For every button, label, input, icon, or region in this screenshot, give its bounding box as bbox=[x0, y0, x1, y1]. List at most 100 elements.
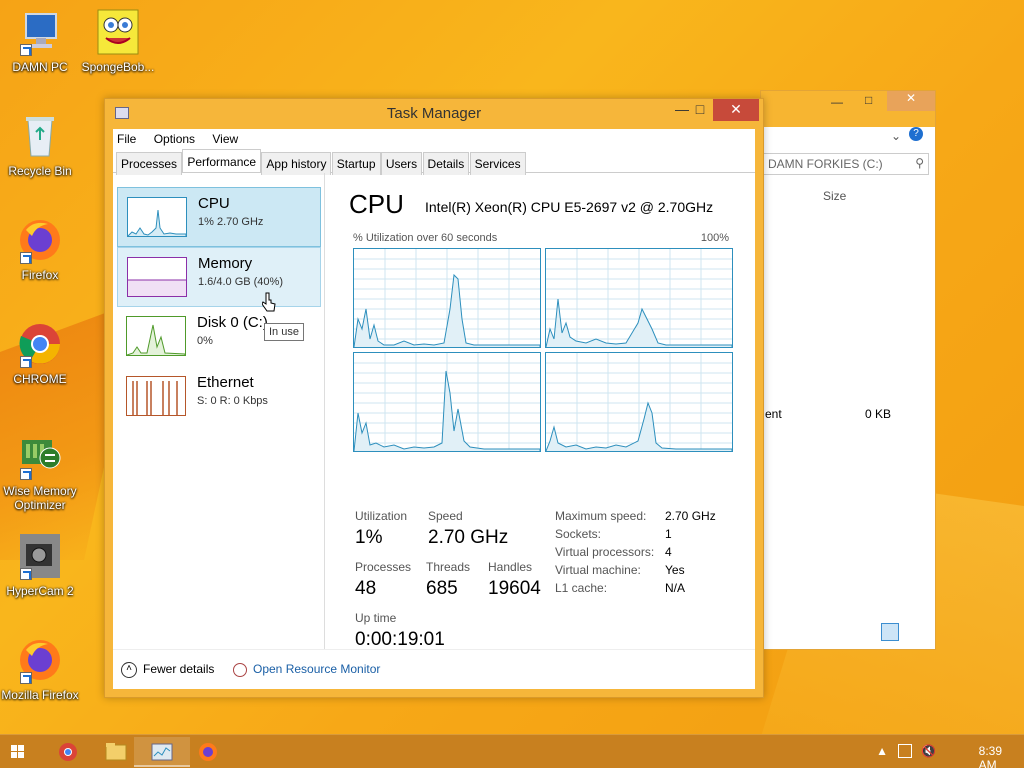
task-manager-window[interactable]: Task Manager — □ ✕ File Options View Pro… bbox=[104, 98, 764, 698]
desktop-icon-spongebob[interactable]: SpongeBob... bbox=[78, 8, 158, 74]
disk-mini-graph bbox=[126, 316, 186, 356]
desktop-icon-hypercam[interactable]: HyperCam 2 bbox=[0, 532, 80, 598]
processes-value: 48 bbox=[355, 578, 377, 599]
file-row-name: ent bbox=[765, 407, 782, 421]
desktop-icon-firefox[interactable]: Firefox bbox=[0, 216, 80, 282]
chrome-icon bbox=[16, 320, 64, 368]
tab-strip: Processes Performance App history Startu… bbox=[113, 149, 755, 175]
memory-optimizer-icon bbox=[16, 432, 64, 480]
cpu-core-graph bbox=[353, 248, 541, 348]
footer-bar: ˄ Fewer details Open Resource Monitor bbox=[113, 649, 755, 689]
resource-item-cpu[interactable]: CPU 1% 2.70 GHz bbox=[117, 187, 321, 247]
explorer-titlebar[interactable]: — □ ✕ bbox=[761, 91, 935, 127]
maximize-button[interactable]: □ bbox=[865, 93, 872, 107]
fewer-details-label: Fewer details bbox=[143, 662, 215, 677]
resource-item-ethernet[interactable]: Ethernet S: 0 R: 0 Kbps bbox=[117, 367, 321, 427]
utilization-caption: % Utilization over 60 seconds bbox=[353, 232, 498, 244]
desktop-icon-wise-memory-optimizer[interactable]: Wise Memory Optimizer bbox=[0, 432, 80, 512]
desktop-icon-recycle-bin[interactable]: Recycle Bin bbox=[0, 112, 80, 178]
resource-item-memory[interactable]: Memory 1.6/4.0 GB (40%) bbox=[117, 247, 321, 307]
desktop-icon-label: Firefox bbox=[21, 268, 59, 282]
search-placeholder: DAMN FORKIES (C:) bbox=[768, 157, 883, 171]
file-explorer-window[interactable]: — □ ✕ ⌄ ? DAMN FORKIES (C:) ⚲ Size ent 0… bbox=[760, 90, 936, 650]
window-body: File Options View Processes Performance … bbox=[113, 129, 755, 689]
resource-list: CPU 1% 2.70 GHz Memory 1.6/4.0 GB (40%) … bbox=[113, 173, 325, 649]
explorer-search-box[interactable]: DAMN FORKIES (C:) ⚲ bbox=[763, 153, 929, 175]
details-view-button[interactable] bbox=[881, 623, 899, 641]
show-hidden-icons-button[interactable]: ▲ bbox=[876, 744, 888, 758]
tab-startup[interactable]: Startup bbox=[331, 152, 381, 175]
resource-detail: 1.6/4.0 GB (40%) bbox=[198, 276, 283, 288]
menu-view[interactable]: View bbox=[212, 132, 238, 146]
mouse-cursor-icon bbox=[261, 292, 276, 312]
volume-muted-icon[interactable]: 🔇 bbox=[921, 744, 936, 758]
desktop-icon-damn-pc[interactable]: DAMN PC bbox=[0, 8, 80, 74]
virtual-machine-value: Yes bbox=[665, 563, 685, 577]
taskbar-firefox[interactable] bbox=[180, 737, 236, 767]
start-button[interactable] bbox=[0, 737, 36, 767]
taskbar: ▲ 🔇 8:39 AM bbox=[0, 734, 1024, 768]
memory-mini-graph bbox=[127, 257, 187, 297]
threads-label: Threads bbox=[426, 560, 471, 574]
desktop-icon-mozilla-firefox[interactable]: Mozilla Firefox bbox=[0, 636, 80, 702]
computer-icon bbox=[16, 8, 64, 56]
tab-processes[interactable]: Processes bbox=[116, 152, 183, 175]
speed-value: 2.70 GHz bbox=[428, 527, 509, 548]
clock[interactable]: 8:39 AM bbox=[979, 744, 1002, 768]
spongebob-icon bbox=[94, 8, 142, 56]
open-resource-monitor-label: Open Resource Monitor bbox=[253, 662, 381, 676]
utilization-label: Utilization bbox=[355, 509, 408, 523]
tab-services[interactable]: Services bbox=[469, 152, 526, 175]
firefox-icon bbox=[16, 216, 64, 264]
minimize-button[interactable]: — bbox=[831, 95, 843, 109]
processes-label: Processes bbox=[355, 560, 412, 574]
column-header-size[interactable]: Size bbox=[823, 189, 846, 203]
maximize-button[interactable]: □ bbox=[683, 99, 717, 121]
resource-name: Disk 0 (C:) bbox=[197, 314, 268, 331]
panel-heading: CPU bbox=[349, 189, 404, 219]
fewer-details-button[interactable]: ˄ Fewer details bbox=[121, 662, 214, 678]
menu-bar: File Options View bbox=[113, 129, 755, 149]
sockets-label: Sockets: bbox=[555, 527, 602, 541]
virtual-processors-label: Virtual processors: bbox=[555, 545, 655, 559]
resource-detail: S: 0 R: 0 Kbps bbox=[197, 395, 268, 407]
close-button[interactable]: ✕ bbox=[713, 99, 759, 121]
firefox-icon bbox=[199, 743, 217, 761]
desktop-icon-label: DAMN PC bbox=[12, 60, 68, 74]
menu-file[interactable]: File bbox=[117, 132, 136, 146]
resource-detail: 0% bbox=[197, 335, 213, 347]
help-icon[interactable]: ? bbox=[909, 127, 923, 141]
recycle-bin-icon bbox=[16, 112, 64, 160]
desktop-icon-label: Wise Memory Optimizer bbox=[3, 484, 77, 512]
close-button[interactable]: ✕ bbox=[887, 91, 935, 111]
desktop-icon-label: HyperCam 2 bbox=[6, 584, 74, 598]
cpu-performance-panel: CPU Intel(R) Xeon(R) CPU E5-2697 v2 @ 2.… bbox=[337, 173, 755, 650]
tab-performance[interactable]: Performance bbox=[182, 149, 262, 172]
resource-name: Ethernet bbox=[197, 374, 254, 391]
threads-value: 685 bbox=[426, 578, 458, 599]
handles-value: 19604 bbox=[488, 578, 541, 599]
tooltip: In use bbox=[264, 323, 304, 341]
tab-app-history[interactable]: App history bbox=[261, 152, 332, 175]
cpu-mini-graph bbox=[127, 197, 187, 237]
tab-details[interactable]: Details bbox=[422, 152, 470, 175]
titlebar[interactable]: Task Manager — □ ✕ bbox=[105, 99, 763, 129]
open-resource-monitor-link[interactable]: Open Resource Monitor bbox=[233, 662, 380, 677]
sockets-value: 1 bbox=[665, 527, 672, 541]
cpu-model-name: Intel(R) Xeon(R) CPU E5-2697 v2 @ 2.70GH… bbox=[425, 199, 714, 215]
desktop-icon-label: SpongeBob... bbox=[81, 60, 155, 74]
large-icons-view-button[interactable] bbox=[903, 623, 921, 641]
ethernet-mini-graph bbox=[126, 376, 186, 416]
menu-options[interactable]: Options bbox=[154, 132, 195, 146]
chevron-down-icon[interactable]: ⌄ bbox=[891, 129, 901, 143]
resource-name: Memory bbox=[198, 255, 253, 272]
desktop-icon-chrome[interactable]: CHROME bbox=[0, 320, 80, 386]
tab-users[interactable]: Users bbox=[380, 152, 423, 175]
chevron-up-icon: ˄ bbox=[121, 662, 137, 678]
resource-name: CPU bbox=[198, 195, 230, 212]
cpu-core-graph bbox=[353, 352, 541, 452]
network-icon[interactable] bbox=[898, 744, 912, 758]
l1-cache-label: L1 cache: bbox=[555, 581, 608, 595]
desktop-icon-label: Recycle Bin bbox=[8, 164, 72, 178]
virtual-machine-label: Virtual machine: bbox=[555, 563, 641, 577]
